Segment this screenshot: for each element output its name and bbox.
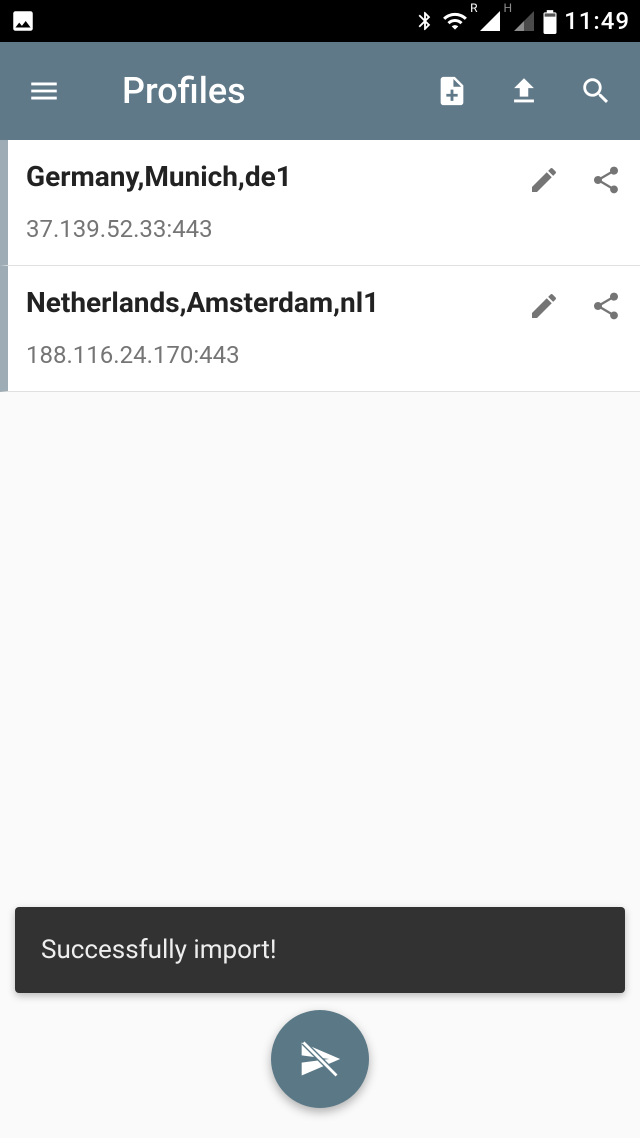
snackbar: Successfully import! <box>15 907 625 993</box>
fab-button[interactable] <box>271 1010 369 1108</box>
search-icon <box>579 74 613 108</box>
pencil-icon <box>528 290 560 322</box>
paper-plane-off-icon <box>298 1037 342 1081</box>
profile-item[interactable]: Germany,Munich,de1 37.139.52.33:443 <box>0 140 640 266</box>
profile-item[interactable]: Netherlands,Amsterdam,nl1 188.116.24.170… <box>0 266 640 392</box>
profile-list: Germany,Munich,de1 37.139.52.33:443 Neth… <box>0 140 640 392</box>
wifi-icon <box>442 8 468 34</box>
profile-name: Germany,Munich,de1 <box>26 160 528 193</box>
search-button[interactable] <box>570 74 622 108</box>
app-bar: Profiles <box>0 42 640 140</box>
upload-icon <box>507 74 541 108</box>
signal-roaming-icon: R <box>474 9 501 33</box>
upload-button[interactable] <box>498 74 550 108</box>
file-plus-icon <box>435 72 469 110</box>
picture-icon <box>10 8 36 34</box>
share-button[interactable] <box>590 290 622 326</box>
clock-text: 11:49 <box>564 7 630 35</box>
profile-address: 37.139.52.33:443 <box>26 215 528 243</box>
add-profile-button[interactable] <box>426 72 478 110</box>
battery-icon <box>542 8 558 34</box>
edit-button[interactable] <box>528 164 560 200</box>
pencil-icon <box>528 164 560 196</box>
bluetooth-icon <box>414 10 436 32</box>
roaming-label: R <box>470 1 477 15</box>
profile-name: Netherlands,Amsterdam,nl1 <box>26 286 528 319</box>
status-bar: R H 11:49 <box>0 0 640 42</box>
menu-button[interactable] <box>18 74 70 108</box>
share-icon <box>590 164 622 196</box>
share-icon <box>590 290 622 322</box>
page-title: Profiles <box>122 70 406 112</box>
edit-button[interactable] <box>528 290 560 326</box>
h-label: H <box>504 1 513 15</box>
profile-address: 188.116.24.170:443 <box>26 341 528 369</box>
share-button[interactable] <box>590 164 622 200</box>
hamburger-icon <box>27 74 61 108</box>
signal-h-icon: H <box>508 9 537 33</box>
snackbar-message: Successfully import! <box>41 935 277 965</box>
